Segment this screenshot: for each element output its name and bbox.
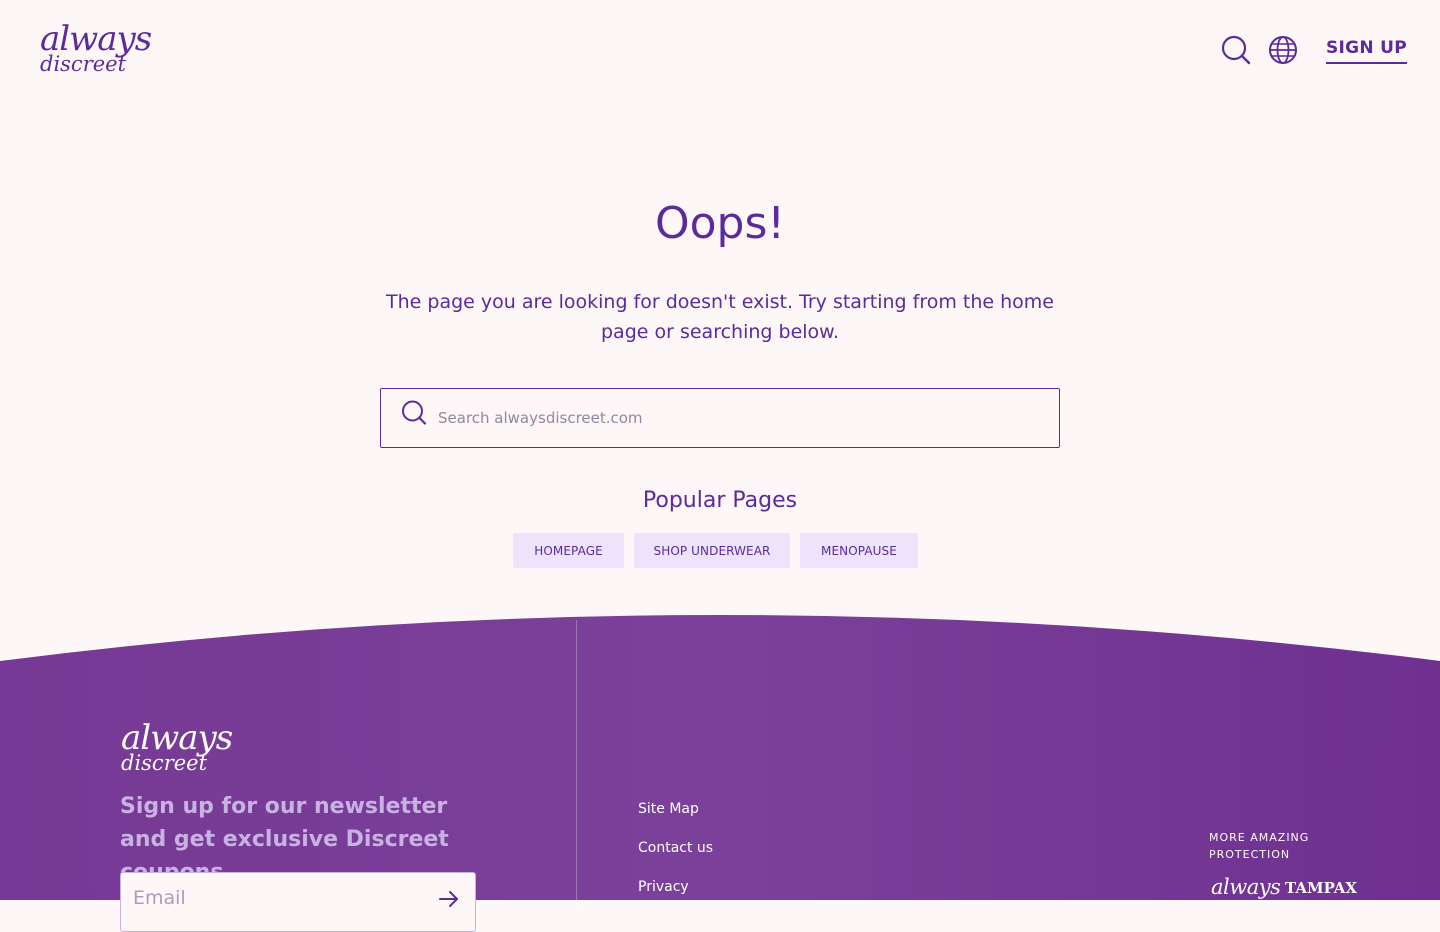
always-brand-logo[interactable]: always xyxy=(1211,875,1282,899)
email-input[interactable] xyxy=(131,883,421,913)
error-message: The page you are looking for doesn't exi… xyxy=(386,291,1054,343)
site-header: always discreet SIGN UP xyxy=(0,0,1440,100)
footer-link-privacy[interactable]: Privacy xyxy=(638,879,689,895)
popular-link-shop-underwear[interactable]: SHOP UNDERWEAR xyxy=(634,533,790,568)
sister-brands: always TAMPAX xyxy=(1211,875,1357,899)
site-search-box[interactable] xyxy=(380,388,1060,448)
search-icon[interactable] xyxy=(400,398,428,426)
page-title: Oops! xyxy=(654,198,786,249)
popular-link-homepage[interactable]: HOMEPAGE xyxy=(513,533,624,568)
globe-icon[interactable] xyxy=(1267,34,1299,66)
footer-divider xyxy=(576,620,577,910)
tampax-brand-logo[interactable]: TAMPAX xyxy=(1285,879,1357,897)
sign-up-link[interactable]: SIGN UP xyxy=(1326,38,1408,64)
footer-link-contact-us[interactable]: Contact us xyxy=(638,840,713,856)
footer-always-discreet-logo[interactable]: always discreet xyxy=(119,715,233,777)
always-discreet-logo[interactable]: always discreet xyxy=(38,16,152,78)
logo-secondary-text: discreet xyxy=(40,52,127,76)
more-protection-label: MORE AMAZING PROTECTION xyxy=(1209,831,1310,861)
popular-link-menopause[interactable]: MENOPAUSE xyxy=(800,533,918,568)
site-search-input[interactable] xyxy=(436,401,1036,435)
popular-pages-title: Popular Pages xyxy=(642,488,798,513)
footer-logo-secondary-text: discreet xyxy=(121,751,208,775)
footer-link-site-map[interactable]: Site Map xyxy=(638,801,699,817)
search-icon[interactable] xyxy=(1220,34,1252,66)
arrow-right-icon[interactable] xyxy=(437,887,461,911)
newsletter-email-box[interactable] xyxy=(120,872,476,932)
